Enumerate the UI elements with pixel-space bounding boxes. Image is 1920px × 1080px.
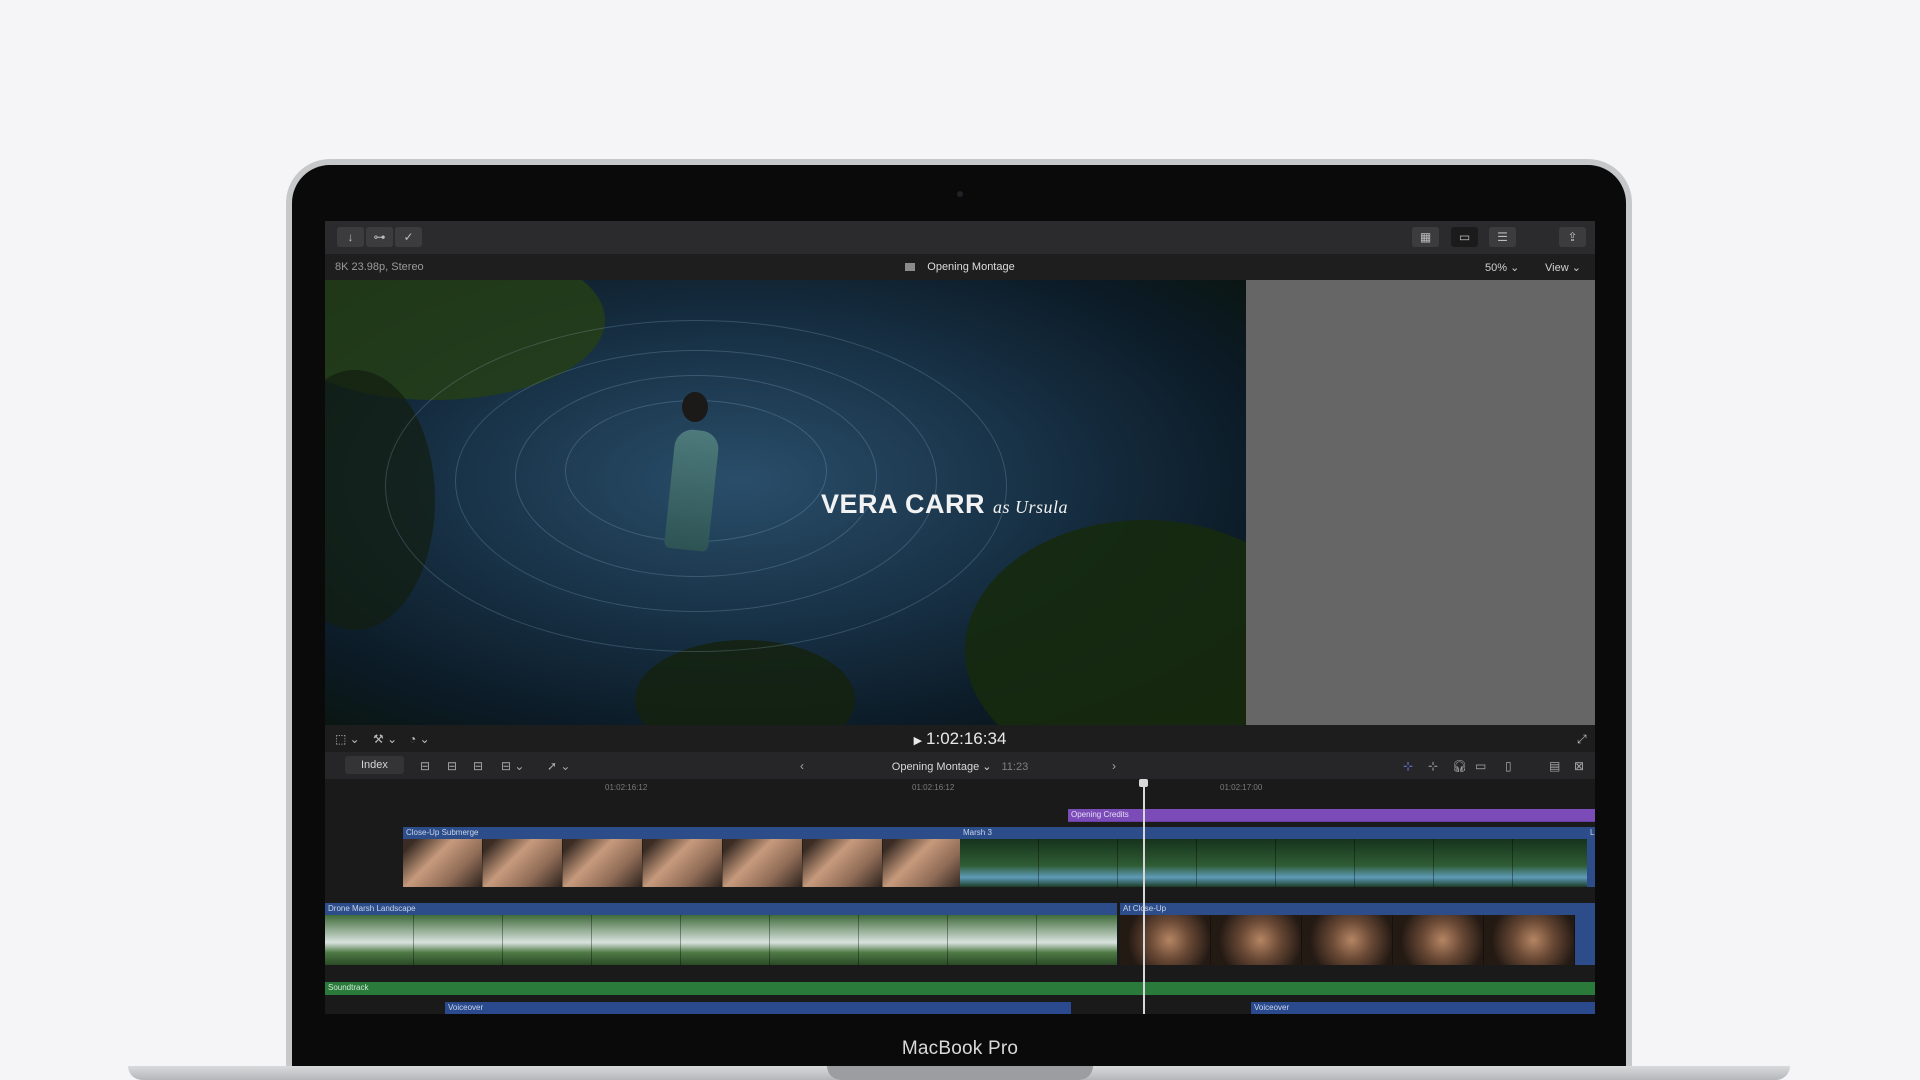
clip-thumbnails <box>960 839 1587 887</box>
keyword-button[interactable]: ⊶ <box>366 227 393 247</box>
solo-icon[interactable]: ▭ <box>1475 759 1486 773</box>
transport-bar: ⬚ ⌄ ⚒ ⌄ ◔ ⌄ ▶ 1:02:16:34 ⤢ <box>325 725 1595 752</box>
audio-clip-voiceover[interactable]: Voiceover <box>445 1002 1071 1014</box>
ruler-tick: 01:02:16:12 <box>605 783 648 792</box>
foliage-shape <box>965 520 1246 725</box>
video-clip-close-up-submerge[interactable]: Close-Up Submerge <box>403 827 960 887</box>
video-clip-at-close-up[interactable]: At Close-Up <box>1120 903 1595 965</box>
inspector-toggle-button[interactable]: ☰ <box>1489 227 1516 247</box>
browser-grid-icon: ▦ <box>1419 230 1432 244</box>
share-button[interactable]: ⇪ <box>1559 227 1586 247</box>
share-icon: ⇪ <box>1567 230 1578 244</box>
import-button[interactable]: ↓ <box>337 227 364 247</box>
video-clip-li[interactable]: Li <box>1587 827 1595 887</box>
timecode-display[interactable]: ▶ 1:02:16:34 <box>325 729 1595 749</box>
timeline-tracks[interactable]: Opening Credits Close-Up Submerge Marsh … <box>325 797 1595 1014</box>
ruler-tick: 01:02:17:00 <box>1220 783 1263 792</box>
view-dropdown[interactable]: View ⌄ <box>1545 261 1581 274</box>
viewer-empty-area <box>1246 280 1595 725</box>
timeline-toggle-button[interactable]: ▭ <box>1451 227 1478 247</box>
actor-figure-head <box>682 392 708 422</box>
chevron-right-icon[interactable]: › <box>1112 759 1116 773</box>
film-strip-icon <box>905 263 916 271</box>
clip-appearance-icon[interactable]: ▤ <box>1549 759 1560 773</box>
background-tasks-button[interactable]: ✓ <box>395 227 422 247</box>
timeline-header: Index ⊟ ⊟ ⊟ ⊟ ⌄ ➚ ⌄ ‹ Opening Montage ⌄ 1… <box>325 752 1595 779</box>
headphones-icon[interactable]: 🎧︎ <box>1452 759 1467 773</box>
inspector-sliders-icon: ☰ <box>1497 230 1508 244</box>
device-brand-label: MacBook Pro <box>901 1038 1019 1059</box>
ruler-tick: 01:02:16:12 <box>912 783 955 792</box>
video-clip-drone-marsh-landscape[interactable]: Drone Marsh Landscape <box>325 903 1117 965</box>
skimming-icon[interactable]: ⊹ <box>1403 759 1413 773</box>
browser-toggle-button[interactable]: ▦ <box>1412 227 1439 247</box>
play-icon[interactable]: ▶ <box>914 735 922 747</box>
chevron-down-icon: ⌄ <box>982 761 992 773</box>
video-clip-marsh-3[interactable]: Marsh 3 <box>960 827 1587 887</box>
playhead[interactable] <box>1143 785 1145 1014</box>
timeline-ruler[interactable]: 01:02:16:12 01:02:16:12 01:02:17:00 <box>325 779 1595 797</box>
toolbar: ↓ ⊶ ✓ ▦ ▭ ☰ ⇪ <box>325 221 1595 254</box>
clip-thumbnails <box>325 915 1117 965</box>
audio-clip-voiceover[interactable]: Voiceover <box>1251 1002 1595 1014</box>
timeline-layout-icon: ▭ <box>1458 230 1471 244</box>
audio-clip-soundtrack[interactable]: Soundtrack <box>325 982 1595 995</box>
import-arrow-icon: ↓ <box>347 230 354 244</box>
credit-role: as Ursula <box>993 497 1069 517</box>
snapping-icon[interactable]: ▯ <box>1505 759 1512 773</box>
clip-thumbnails <box>403 839 960 887</box>
clip-thumbnails <box>1120 915 1595 965</box>
foliage-shape <box>635 640 855 725</box>
laptop-hinge-notch <box>827 1066 1093 1080</box>
keyword-key-icon: ⊶ <box>373 230 386 244</box>
fullscreen-icon[interactable]: ⤢ <box>1577 732 1587 747</box>
background-task-check-icon: ✓ <box>403 230 414 244</box>
audio-skimming-icon[interactable]: ⊹ <box>1428 759 1438 773</box>
title-clip[interactable]: Opening Credits <box>1068 809 1595 822</box>
camera-icon <box>957 191 963 197</box>
zoom-dropdown[interactable]: 50% ⌄ <box>1485 261 1519 274</box>
chevron-down-icon: ⌄ <box>1510 262 1520 274</box>
fcp-window: ↓ ⊶ ✓ ▦ ▭ ☰ ⇪ 8K 23.98p, Stereo Opening … <box>325 221 1595 1014</box>
effects-browser-icon[interactable]: ⊠ <box>1574 759 1584 773</box>
viewer-project-title: Opening Montage <box>325 261 1595 273</box>
project-duration: 11:23 <box>1001 761 1029 773</box>
credit-title: VERA CARR as Ursula <box>821 489 1069 519</box>
viewer-status-bar: 8K 23.98p, Stereo Opening Montage 50% ⌄ … <box>325 254 1595 280</box>
chevron-down-icon: ⌄ <box>1571 262 1581 274</box>
viewer-frame[interactable]: VERA CARR as Ursula <box>325 280 1246 725</box>
